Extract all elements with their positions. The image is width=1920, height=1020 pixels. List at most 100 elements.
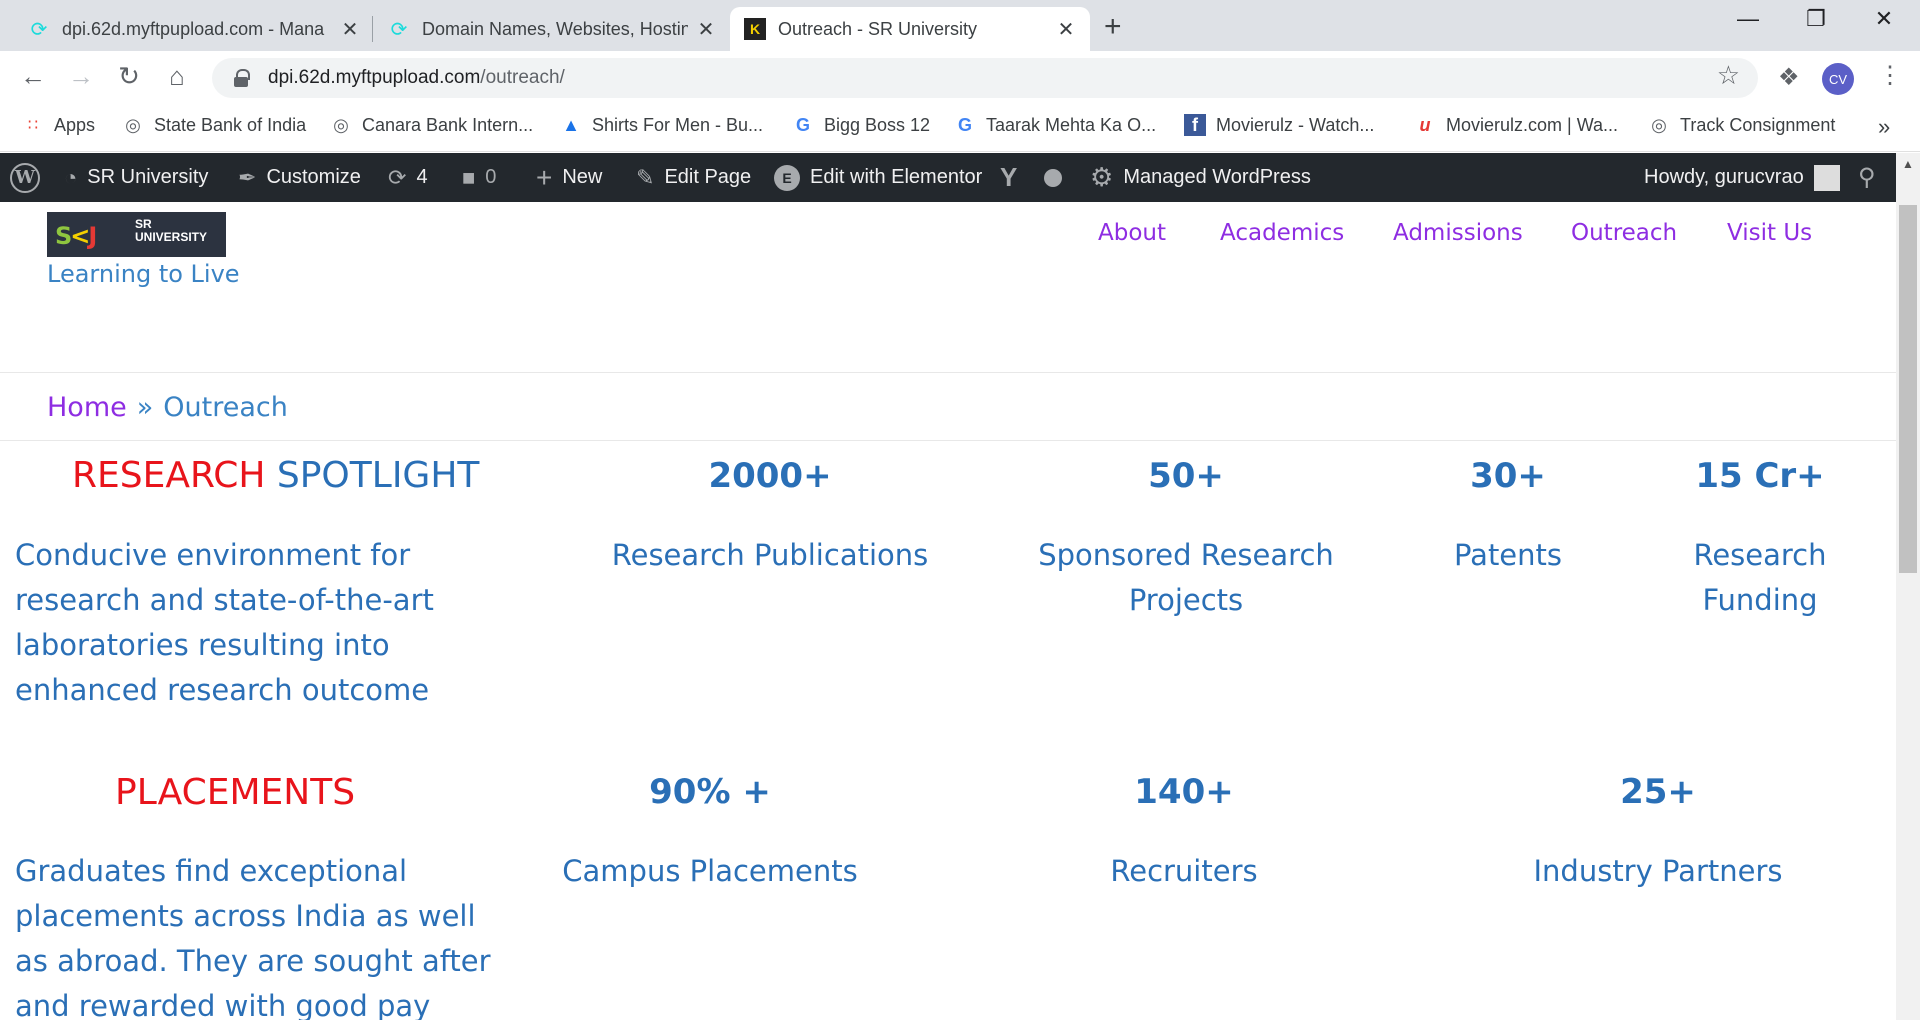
admin-managed-wordpress[interactable]: ⚙ Managed WordPress [1090, 153, 1311, 202]
stat-label: Recruiters [1110, 854, 1258, 888]
forward-icon[interactable]: → [64, 61, 98, 92]
stat-value: 90% + [649, 772, 771, 812]
stat-label: Campus Placements [562, 854, 858, 888]
breadcrumb-home[interactable]: Home [47, 392, 127, 423]
nav-academics[interactable]: Academics [1220, 220, 1344, 246]
bookmark-track[interactable]: ◎ Track Consignment [1648, 114, 1835, 136]
movierulz-icon: u [1419, 114, 1431, 135]
tab-title: Domain Names, Websites, Hostin [422, 18, 688, 39]
stat-value: 25+ [1620, 772, 1696, 812]
admin-comments[interactable]: ■ 0 [462, 153, 496, 202]
nav-admissions[interactable]: Admissions [1393, 220, 1523, 246]
tab-title: Outreach - SR University [778, 18, 978, 39]
bookmark-canara[interactable]: ◎ Canara Bank Intern... [330, 114, 533, 136]
bookmark-label: Taarak Mehta Ka O... [986, 114, 1157, 135]
admin-updates[interactable]: ⟳ 4 [388, 153, 428, 202]
header-divider [0, 372, 1896, 373]
research-heading: RESEARCH SPOTLIGHT [72, 455, 479, 496]
bookmark-movierulz-fb[interactable]: f Movierulz - Watch... [1184, 114, 1374, 136]
nav-outreach[interactable]: Outreach [1571, 220, 1677, 246]
new-label: New [562, 166, 603, 188]
browser-tab-active[interactable]: K Outreach - SR University ✕ [730, 7, 1090, 51]
scrollbar-thumb[interactable] [1899, 205, 1917, 573]
admin-search-icon[interactable]: ⚲ [1858, 153, 1876, 202]
logo-text: SR UNIVERSITY [135, 217, 208, 244]
bookmark-label: State Bank of India [154, 114, 307, 135]
browser-toolbar: ← → ↻ ⌂ dpi.62d.myftpupload.com/outreach… [0, 51, 1920, 104]
close-tab-icon[interactable]: ✕ [696, 17, 716, 42]
admin-site-name[interactable]: ◔ SR University [64, 153, 208, 202]
wp-admin-bar: W ◔ SR University ✒ Customize ⟳ 4 ■ 0 + … [0, 153, 1920, 202]
bookmark-bigg-boss[interactable]: G Bigg Boss 12 [792, 114, 930, 136]
reload-icon[interactable]: ↻ [112, 61, 146, 92]
site-tagline: Learning to Live [47, 260, 240, 288]
stat-value: 15 Cr+ [1695, 456, 1825, 496]
stat-value: 2000+ [708, 456, 832, 496]
admin-new[interactable]: + New [536, 153, 602, 202]
bookmarks-bar: ∷ Apps ◎ State Bank of India ◎ Canara Ba… [0, 104, 1920, 152]
profile-avatar[interactable]: CV [1822, 63, 1854, 95]
admin-account[interactable]: Howdy, gurucvrao [1644, 153, 1840, 202]
globe-icon: ◎ [1651, 114, 1667, 135]
elementor-icon: E [774, 164, 800, 191]
research-description: Conducive environment for research and s… [15, 538, 434, 707]
bookmark-apps[interactable]: ∷ Apps [22, 114, 95, 136]
back-icon[interactable]: ← [16, 61, 50, 92]
google-icon: G [795, 114, 810, 135]
stat-label: Sponsored Research Projects [1038, 538, 1334, 617]
nav-about[interactable]: About [1098, 220, 1166, 246]
home-icon[interactable]: ⌂ [160, 61, 194, 92]
bookmark-shirts[interactable]: ▲ Shirts For Men - Bu... [560, 114, 763, 136]
tab-title: dpi.62d.myftpupload.com - Mana [62, 18, 325, 39]
minimize-icon[interactable]: — [1728, 6, 1768, 32]
nav-visit-us[interactable]: Visit Us [1727, 220, 1812, 246]
yoast-icon[interactable]: Y [1000, 153, 1027, 202]
wordpress-logo-icon[interactable]: W [10, 153, 40, 202]
stat-label: Research Publications [611, 538, 929, 572]
edit-page-label: Edit Page [664, 166, 752, 188]
breadcrumb-divider [0, 440, 1896, 441]
admin-edit-elementor[interactable]: E Edit with Elementor [774, 153, 982, 202]
comments-count: 0 [485, 166, 497, 188]
more-bookmarks-icon[interactable]: » [1878, 114, 1890, 140]
bookmark-sbi[interactable]: ◎ State Bank of India [122, 114, 306, 136]
bookmark-label: Track Consignment [1680, 114, 1836, 135]
lock-icon[interactable] [232, 69, 250, 87]
howdy-label: Howdy, gurucvrao [1644, 166, 1804, 188]
heading-blue-part: SPOTLIGHT [276, 455, 480, 496]
comment-icon: ■ [462, 164, 476, 190]
address-bar[interactable]: dpi.62d.myftpupload.com/outreach/ ☆ [212, 58, 1758, 98]
close-tab-icon[interactable]: ✕ [1056, 17, 1076, 42]
godaddy-icon: ⟳ [30, 18, 48, 41]
admin-customize[interactable]: ✒ Customize [238, 153, 361, 202]
url-text[interactable]: dpi.62d.myftpupload.com/outreach/ [268, 67, 565, 89]
godaddy-icon: ⟳ [390, 18, 408, 41]
bookmark-star-icon[interactable]: ☆ [1717, 60, 1740, 91]
seo-status-dot-icon[interactable] [1044, 153, 1062, 202]
page-scrollbar[interactable]: ▲ [1896, 153, 1920, 1020]
plus-icon: + [536, 161, 553, 193]
bookmark-label: Apps [54, 114, 96, 135]
placements-description: Graduates find exceptional placements ac… [15, 854, 491, 1020]
scroll-up-icon[interactable]: ▲ [1902, 157, 1914, 171]
bookmark-taarak[interactable]: G Taarak Mehta Ka O... [954, 114, 1156, 136]
tab-strip: ⟳ dpi.62d.myftpupload.com - Mana ✕ ⟳ Dom… [0, 0, 1920, 51]
browser-tab-2[interactable]: ⟳ Domain Names, Websites, Hostin ✕ [374, 7, 730, 51]
chrome-menu-icon[interactable]: ⋮ [1878, 61, 1902, 90]
stat-value: 50+ [1148, 456, 1224, 496]
close-window-icon[interactable]: ✕ [1864, 6, 1904, 32]
close-tab-icon[interactable]: ✕ [340, 17, 360, 42]
heading-red-part: RESEARCH [72, 455, 266, 496]
browser-tab-1[interactable]: ⟳ dpi.62d.myftpupload.com - Mana ✕ [14, 7, 374, 51]
bookmark-label: Movierulz - Watch... [1216, 114, 1375, 135]
facebook-icon: f [1184, 114, 1206, 136]
bookmark-movierulz[interactable]: u Movierulz.com | Wa... [1414, 114, 1619, 136]
restore-icon[interactable]: ❐ [1796, 6, 1836, 32]
extensions-icon[interactable]: ❖ [1778, 63, 1800, 92]
sru-favicon-icon: K [744, 18, 766, 40]
globe-icon: ◎ [125, 114, 141, 135]
site-logo[interactable]: S<J SR UNIVERSITY [47, 212, 226, 257]
new-tab-button[interactable]: + [1104, 10, 1122, 44]
customize-label: Customize [266, 166, 361, 188]
admin-edit-page[interactable]: ✎ Edit Page [636, 153, 751, 202]
